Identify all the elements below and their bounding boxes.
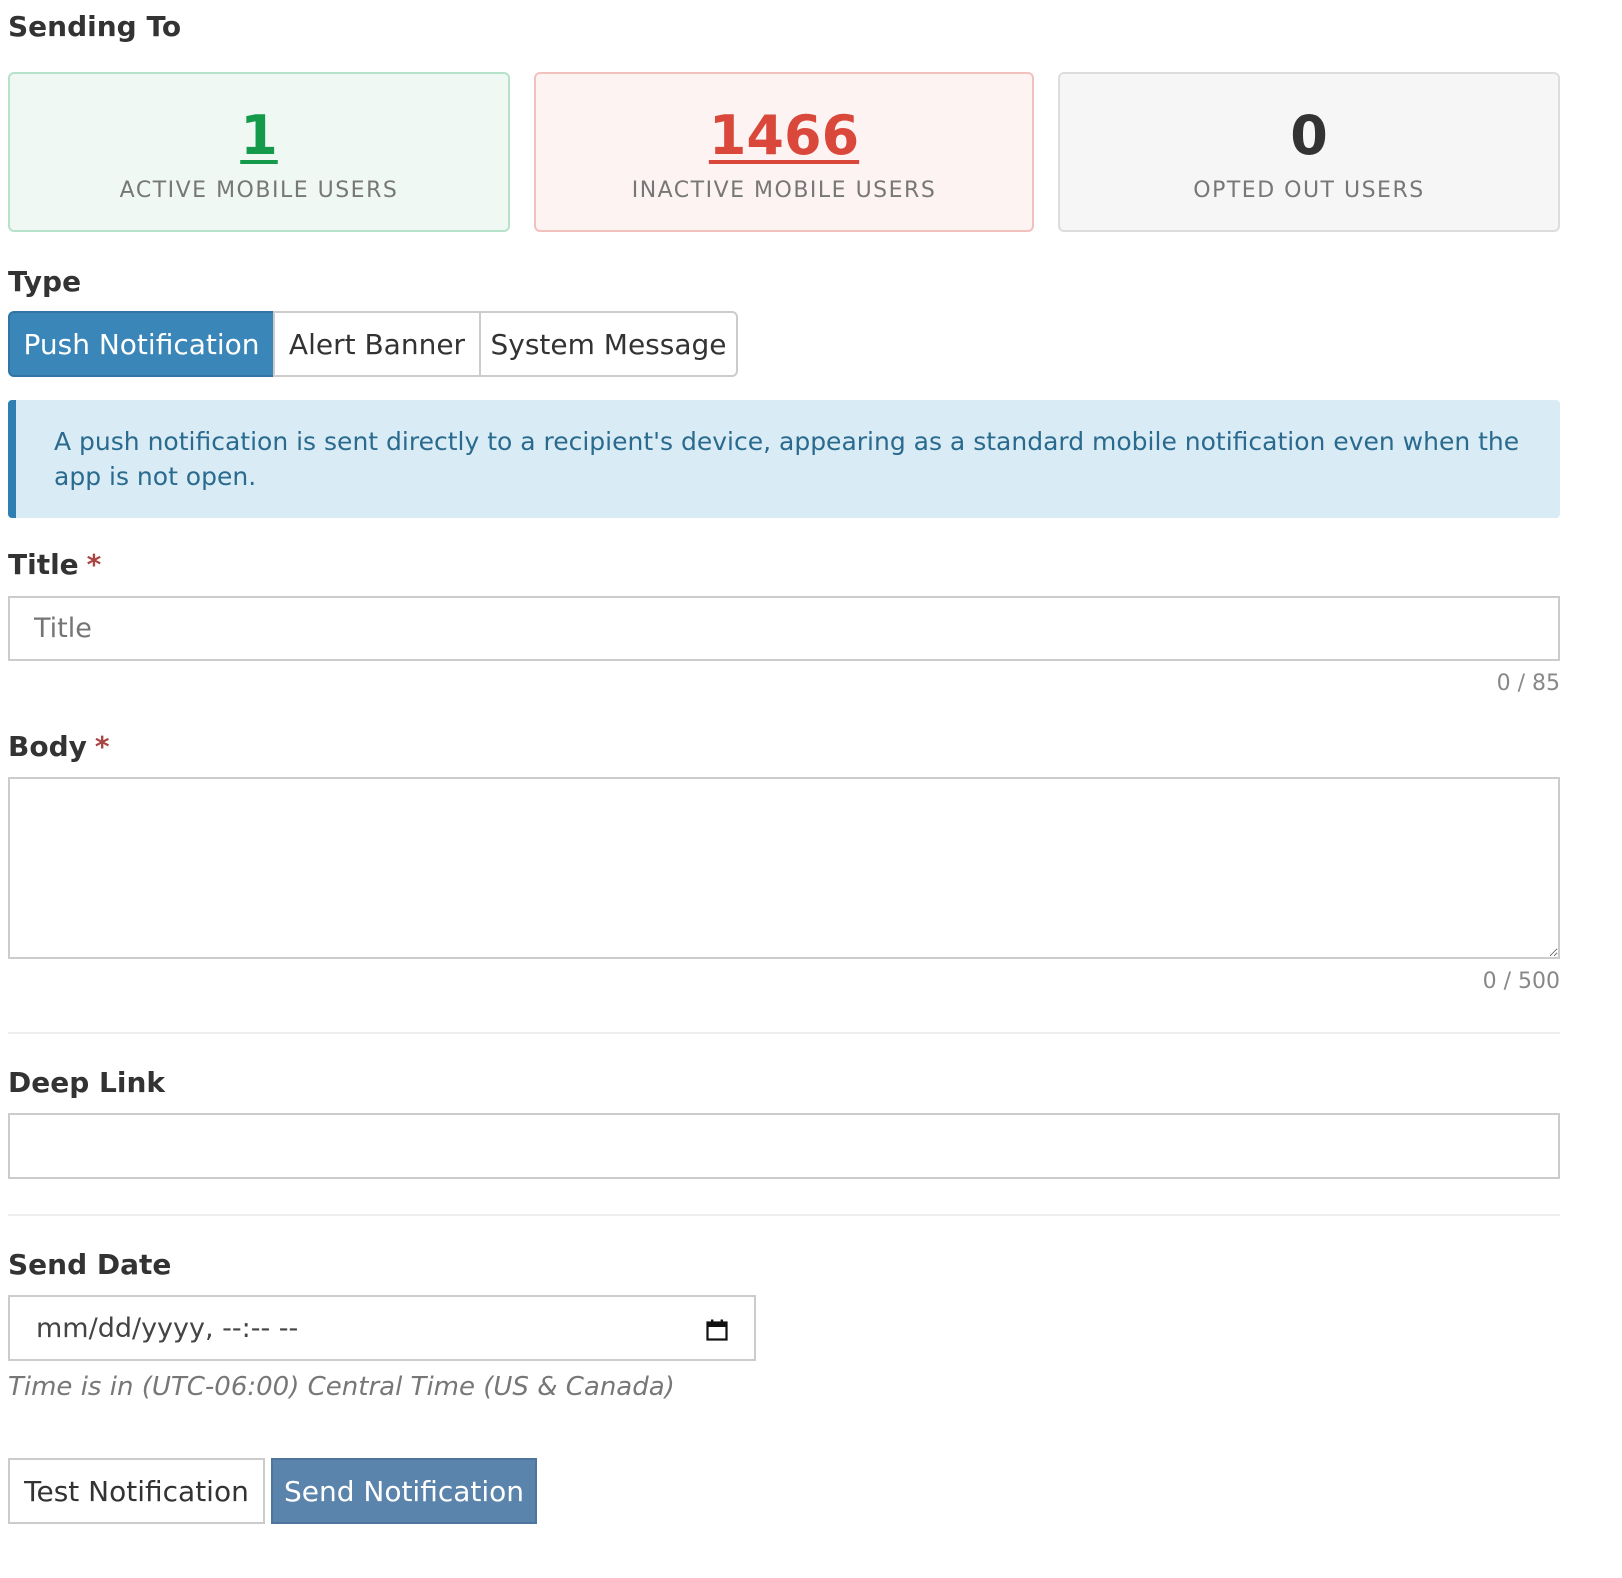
title-label: Title * bbox=[8, 548, 101, 581]
sending-to-label: Sending To bbox=[8, 10, 182, 43]
required-mark: * bbox=[94, 730, 110, 763]
inactive-users-caption: INACTIVE MOBILE USERS bbox=[631, 178, 937, 203]
inactive-users-count[interactable]: 1466 bbox=[536, 104, 1032, 168]
body-char-counter: 0 / 500 bbox=[1482, 969, 1560, 994]
body-label: Body * bbox=[8, 730, 110, 763]
title-label-text: Title bbox=[8, 548, 79, 581]
opted-out-users-count: 0 bbox=[1290, 104, 1328, 167]
active-users-count[interactable]: 1 bbox=[10, 104, 508, 168]
type-alert-banner-button[interactable]: Alert Banner bbox=[273, 311, 481, 377]
send-date-input[interactable]: mm/dd/yyyy, --:-- -- bbox=[8, 1295, 756, 1361]
required-mark: * bbox=[86, 548, 102, 581]
deep-link-input[interactable] bbox=[8, 1113, 1560, 1179]
opted-out-users-card: 0 OPTED OUT USERS bbox=[1058, 72, 1560, 232]
calendar-icon[interactable] bbox=[706, 1317, 728, 1341]
title-char-counter: 0 / 85 bbox=[1496, 671, 1560, 696]
send-date-label: Send Date bbox=[8, 1248, 172, 1281]
divider bbox=[8, 1214, 1560, 1216]
timezone-note: Time is in (UTC-06:00) Central Time (US … bbox=[8, 1372, 675, 1402]
inactive-users-card: 1466 INACTIVE MOBILE USERS bbox=[534, 72, 1034, 232]
type-selector: Push Notification Alert Banner System Me… bbox=[8, 311, 738, 377]
body-label-text: Body bbox=[8, 730, 87, 763]
type-description-callout: A push notification is sent directly to … bbox=[8, 400, 1560, 518]
type-label: Type bbox=[8, 265, 82, 298]
type-system-message-button[interactable]: System Message bbox=[479, 311, 738, 377]
divider bbox=[8, 1032, 1560, 1034]
deep-link-label: Deep Link bbox=[8, 1066, 166, 1099]
send-notification-button[interactable]: Send Notification bbox=[271, 1458, 537, 1524]
active-users-caption: ACTIVE MOBILE USERS bbox=[119, 178, 399, 203]
active-users-card: 1 ACTIVE MOBILE USERS bbox=[8, 72, 510, 232]
test-notification-button[interactable]: Test Notification bbox=[8, 1458, 265, 1524]
send-date-placeholder: mm/dd/yyyy, --:-- -- bbox=[36, 1312, 299, 1344]
body-textarea[interactable] bbox=[8, 777, 1560, 959]
opted-out-users-caption: OPTED OUT USERS bbox=[1193, 178, 1425, 203]
title-input[interactable] bbox=[8, 596, 1560, 661]
type-push-notification-button[interactable]: Push Notification bbox=[8, 311, 275, 377]
